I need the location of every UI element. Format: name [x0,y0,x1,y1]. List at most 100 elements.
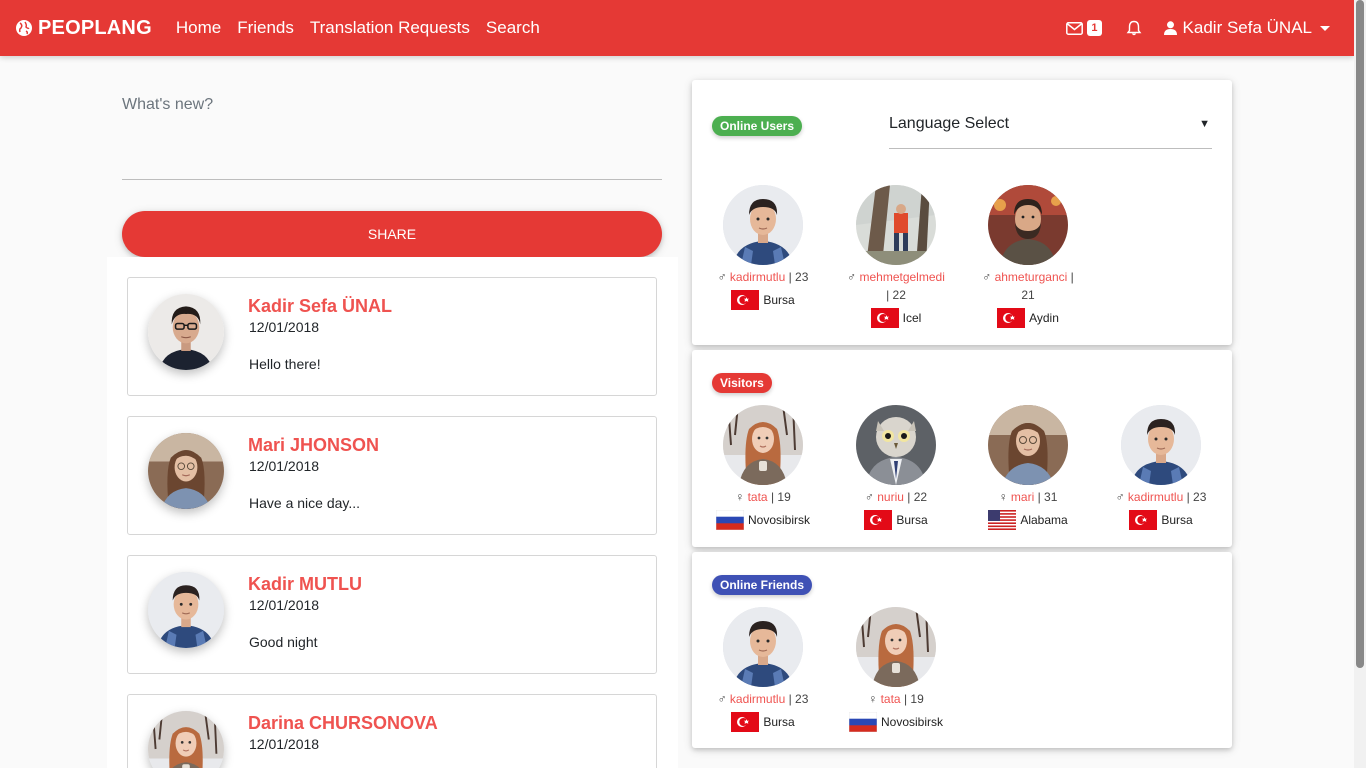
nav-search[interactable]: Search [478,18,548,38]
user-avatar[interactable] [856,405,936,485]
user-username[interactable]: tata [881,692,901,706]
user-location: Aydin [962,308,1094,328]
online-friends-panel: Online Friends ♂ kadirmutlu | 23 Bursa ♀… [692,552,1232,748]
globe-icon [16,20,32,36]
user-card[interactable]: ♀ tata | 19 Novosibirsk [697,405,829,530]
user-location: Bursa [1095,510,1227,530]
user-city: Bursa [1161,513,1193,527]
user-username[interactable]: kadirmutlu [1128,490,1183,504]
user-username[interactable]: mehmetgelmedi [859,270,944,284]
user-username[interactable]: nuriu [877,490,904,504]
user-age: | 22 [907,490,928,504]
user-username[interactable]: ahmeturganci [995,270,1068,284]
user-location: Bursa [697,712,829,732]
gender-icon: ♀ [998,490,1008,504]
user-info: ♂ nuriu | 22 [830,488,962,506]
language-select-label: Language Select [889,115,1010,132]
user-avatar[interactable] [988,405,1068,485]
post-text: Have a nice day... [249,495,361,511]
user-card[interactable]: ♂ kadirmutlu | 23 Bursa [697,185,829,310]
main-nav: Home Friends Translation Requests Search [168,18,548,38]
gender-icon: ♂ [982,270,992,284]
post-card[interactable]: Mari JHONSON 12/01/2018 Have a nice day.… [127,416,657,535]
user-card[interactable]: ♂ nuriu | 22 Bursa [830,405,962,530]
user-card[interactable]: ♀ mari | 31 Alabama [962,405,1094,530]
user-city: Novosibirsk [747,513,810,527]
user-username[interactable]: tata [748,490,768,504]
language-select[interactable]: Language Select ▼ [889,114,1212,149]
brand-name: PEOPLANG [38,16,152,39]
post-date: 12/01/2018 [249,736,320,752]
user-username[interactable]: kadirmutlu [730,270,785,284]
user-location: Alabama [962,510,1094,530]
page-scrollbar[interactable] [1354,0,1366,768]
nav-translation-requests[interactable]: Translation Requests [302,18,478,38]
user-avatar[interactable] [856,607,936,687]
visitors-badge: Visitors [712,373,772,393]
messages-button[interactable]: 1 [1066,20,1102,36]
whats-new-input[interactable]: What's new? [122,96,662,180]
user-avatar[interactable] [723,405,803,485]
user-avatar[interactable] [723,607,803,687]
user-avatar[interactable] [988,185,1068,265]
dropdown-arrow-icon: ▼ [1199,118,1210,130]
nav-friends[interactable]: Friends [229,18,302,38]
message-count-badge: 1 [1087,20,1102,36]
post-author-name[interactable]: Mari JHONSON [248,435,379,456]
user-avatar[interactable] [723,185,803,265]
user-age: | 23 [1186,490,1207,504]
online-friends-badge: Online Friends [712,575,813,595]
nav-home[interactable]: Home [168,18,229,38]
notifications-button[interactable] [1126,20,1142,36]
nav-right: 1 Kadir Sefa ÜNAL [1066,18,1330,38]
usa-flag-icon [988,510,1016,530]
user-location: Icel [830,308,962,328]
gender-icon: ♂ [847,270,857,284]
post-author-avatar[interactable] [148,711,224,768]
user-city: Aydin [1029,311,1059,325]
chevron-down-icon [1320,25,1330,31]
user-info: ♂ kadirmutlu | 23 [697,690,829,708]
user-card[interactable]: ♂ ahmeturganci | 21 Aydin [962,185,1094,328]
user-card[interactable]: ♂ kadirmutlu | 23 Bursa [1095,405,1227,530]
user-age: | 19 [903,692,924,706]
user-location: Bursa [830,510,962,530]
user-card[interactable]: ♂ kadirmutlu | 23 Bursa [697,607,829,732]
user-info: ♂ kadirmutlu | 23 [1095,488,1227,506]
user-age: | 31 [1037,490,1058,504]
top-navbar: PEOPLANG Home Friends Translation Reques… [0,0,1354,56]
user-age: | 23 [788,270,809,284]
gender-icon: ♀ [868,692,878,706]
post-author-avatar[interactable] [148,433,224,509]
user-username[interactable]: mari [1011,490,1034,504]
scrollbar-thumb[interactable] [1356,0,1364,668]
brand-logo[interactable]: PEOPLANG [16,17,152,40]
post-date: 12/01/2018 [249,597,320,613]
post-author-name[interactable]: Kadir Sefa ÜNAL [248,296,392,317]
user-card[interactable]: ♀ tata | 19 Novosibirsk [830,607,962,732]
post-author-name[interactable]: Kadir MUTLU [248,574,362,595]
user-card[interactable]: ♂ mehmetgelmedi | 22 Icel [830,185,962,328]
whats-new-placeholder: What's new? [122,96,214,113]
turkey-flag-icon [1129,510,1157,530]
user-info: ♂ ahmeturganci | 21 [982,270,1074,302]
user-location: Bursa [697,290,829,310]
user-avatar[interactable] [856,185,936,265]
post-author-name[interactable]: Darina CHURSONOVA [248,713,438,734]
share-button[interactable]: SHARE [122,211,662,257]
gender-icon: ♂ [717,270,727,284]
post-author-avatar[interactable] [148,572,224,648]
user-info: ♂ mehmetgelmedi | 22 [830,268,962,304]
gender-icon: ♂ [864,490,874,504]
user-city: Bursa [896,513,928,527]
online-users-badge: Online Users [712,116,803,136]
user-menu-dropdown[interactable]: Kadir Sefa ÜNAL [1163,18,1330,38]
user-location: Novosibirsk [830,712,962,732]
post-card[interactable]: Kadir MUTLU 12/01/2018 Good night [127,555,657,674]
post-card[interactable]: Kadir Sefa ÜNAL 12/01/2018 Hello there! [127,277,657,396]
post-author-avatar[interactable] [148,294,224,370]
user-username[interactable]: kadirmutlu [730,692,785,706]
user-name: Kadir Sefa ÜNAL [1182,18,1312,37]
post-card[interactable]: Darina CHURSONOVA 12/01/2018 [127,694,657,768]
user-avatar[interactable] [1121,405,1201,485]
